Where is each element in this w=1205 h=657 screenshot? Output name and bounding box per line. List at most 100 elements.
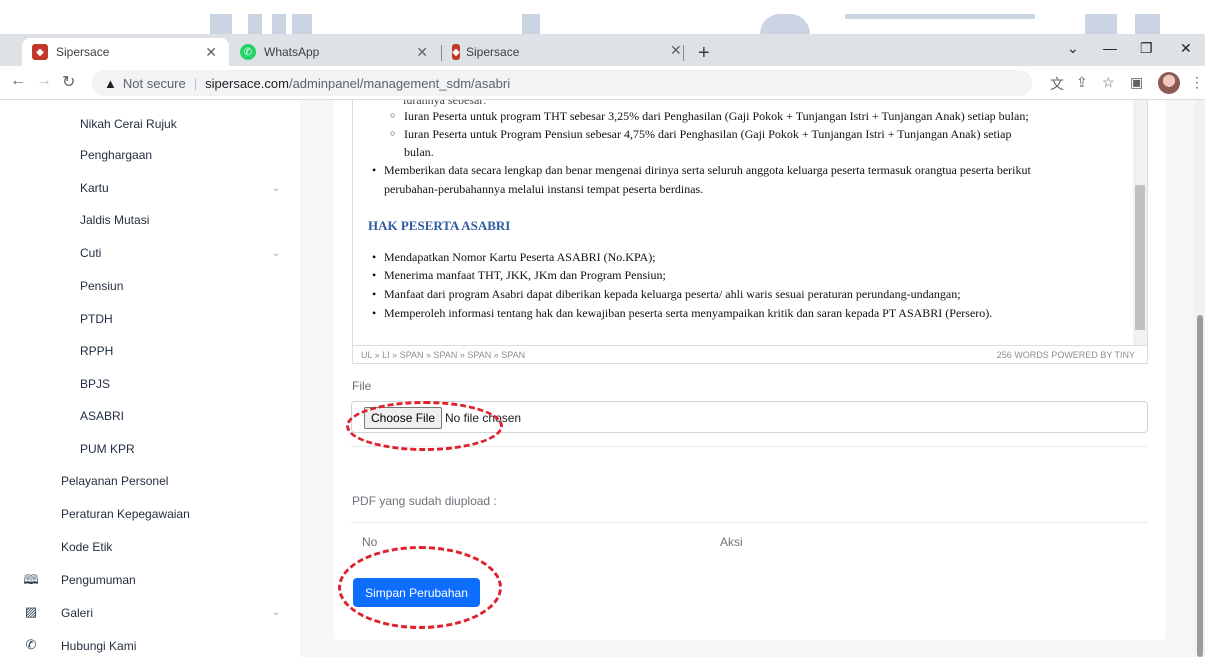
sidebar-item-asabri[interactable]: ASABRI — [80, 409, 124, 423]
profile-avatar[interactable] — [1158, 72, 1180, 94]
sidebar-item-label: Pensiun — [80, 279, 124, 293]
sidebar-item-label: Pengumuman — [61, 573, 136, 587]
address-divider: | — [193, 75, 198, 91]
editor-element-path: UL » LI » SPAN » SPAN » SPAN » SPAN — [361, 349, 526, 360]
security-label: Not secure — [122, 75, 186, 91]
editor-sub-bullet: Iuran Peserta untuk program THT sebesar … — [390, 109, 1029, 124]
new-tab-button[interactable]: + — [698, 42, 710, 65]
whatsapp-favicon-icon: ✆ — [240, 44, 256, 60]
sidebar-item-label: Kartu — [80, 181, 109, 195]
url-host: sipersace.com — [205, 75, 289, 91]
sipersace-favicon-icon: ◆ — [452, 44, 460, 60]
sidebar-item-label: Kode Etik — [61, 540, 113, 554]
main-content: iurannya sebesar: Iuran Peserta untuk pr… — [300, 100, 1195, 657]
sidebar-item-cuti[interactable]: Cuti — [80, 246, 101, 260]
sidebar-item-pelayanan-personel[interactable]: Pelayanan Personel — [61, 474, 168, 488]
chevron-down-icon[interactable]: ⌄ — [272, 183, 280, 194]
rich-text-editor[interactable]: iurannya sebesar: Iuran Peserta untuk pr… — [352, 100, 1148, 364]
editor-right-item: Manfaat dari program Asabri dapat diberi… — [372, 287, 961, 302]
sidebar-item-label: RPPH — [80, 344, 114, 358]
share-icon[interactable]: ⇪ — [1076, 74, 1088, 91]
translate-icon[interactable]: 文 — [1050, 74, 1064, 94]
divider — [351, 522, 1148, 523]
browser-toolbar: ← → ↻ ▲ Not secure | sipersace.com/admin… — [0, 66, 1205, 100]
bookmark-star-icon[interactable]: ☆ — [1102, 74, 1115, 91]
sidebar-item-bpjs[interactable]: BPJS — [80, 377, 110, 391]
forward-icon[interactable]: → — [36, 72, 52, 90]
sidebar-item-rpph[interactable]: RPPH — [80, 344, 113, 358]
sidebar-item-label: Cuti — [80, 246, 102, 260]
sidebar-item-pensiun[interactable]: Pensiun — [80, 279, 123, 293]
watermark-band — [0, 0, 1205, 34]
chevron-down-icon[interactable]: ⌄ — [272, 248, 280, 259]
sidebar-item-hubungi-kami[interactable]: Hubungi Kami — [61, 639, 136, 653]
phone-icon: ✆ — [25, 637, 37, 652]
sidebar-item-pengumuman[interactable]: Pengumuman — [61, 573, 136, 587]
sidebar-item-pum-kpr[interactable]: PUM KPR — [80, 442, 135, 456]
editor-cut-line: iurannya sebesar: — [403, 100, 487, 107]
book-icon: 🕮 — [23, 572, 39, 587]
editor-statusbar: UL » LI » SPAN » SPAN » SPAN » SPAN 256 … — [353, 345, 1147, 363]
sidebar-item-label: Hubungi Kami — [61, 639, 137, 653]
tab-search-icon[interactable]: ⌄ — [1067, 40, 1079, 57]
editor-heading: HAK PESERTA ASABRI — [368, 218, 511, 233]
editor-content[interactable]: iurannya sebesar: Iuran Peserta untuk pr… — [353, 100, 1135, 345]
editor-right-item: Menerima manfaat THT, JKK, JKm dan Progr… — [372, 268, 666, 283]
sidebar-item-label: Nikah Cerai Rujuk — [80, 117, 177, 131]
sidebar-item-label: Penghargaan — [80, 148, 153, 162]
sidebar-item-label: Jaldis Mutasi — [80, 213, 150, 227]
editor-scroll-thumb[interactable] — [1135, 185, 1145, 330]
tab-close-icon[interactable]: ✕ — [416, 44, 428, 61]
sidebar-item-label: PUM KPR — [80, 442, 135, 456]
editor-word-count: 256 WORDS POWERED BY TINY — [996, 349, 1135, 360]
minimize-icon[interactable]: — — [1103, 40, 1117, 56]
uploaded-label: PDF yang sudah diupload : — [352, 494, 497, 508]
sidebar-item-jaldis-mutasi[interactable]: Jaldis Mutasi — [80, 213, 149, 227]
sidebar-item-label: BPJS — [80, 377, 111, 391]
url-path: /adminpanel/management_sdm/asabri — [288, 75, 511, 91]
sidebar-item-label: Peraturan Kepegawaian — [61, 507, 190, 521]
image-icon: ▨ — [24, 604, 38, 619]
address-bar[interactable]: ▲ Not secure | sipersace.com/adminpanel/… — [92, 70, 1032, 96]
sidebar-item-penghargaan[interactable]: Penghargaan — [80, 148, 152, 162]
editor-right-item: Memperoleh informasi tentang hak dan kew… — [372, 306, 992, 321]
editor-bullet: Memberikan data secara lengkap dan benar… — [372, 163, 1031, 178]
sidebar-item-ptdh[interactable]: PTDH — [80, 312, 113, 326]
page-scrollbar[interactable] — [1195, 100, 1205, 657]
highlight-ring — [338, 546, 502, 629]
page-scroll-thumb[interactable] — [1197, 315, 1203, 657]
editor-scrollbar[interactable] — [1133, 100, 1147, 345]
sidebar-item-peraturan-kepegawaian[interactable]: Peraturan Kepegawaian — [61, 507, 190, 521]
tab-close-icon[interactable]: ✕ — [205, 44, 217, 61]
sidebar-item-kartu[interactable]: Kartu — [80, 181, 109, 195]
tab-divider — [683, 45, 684, 61]
close-window-icon[interactable]: ✕ — [1180, 40, 1192, 57]
sidebar-item-galeri[interactable]: Galeri — [61, 606, 93, 620]
tab-title: Sipersace — [56, 45, 110, 59]
reload-icon[interactable]: ↻ — [62, 72, 75, 92]
sidebar-item-label: Galeri — [61, 606, 94, 620]
tab-whatsapp[interactable]: ✆ WhatsApp ✕ — [230, 38, 440, 66]
restore-icon[interactable]: ❐ — [1140, 40, 1153, 57]
tab-close-icon[interactable]: ✕ — [670, 42, 682, 59]
editor-sub-bullet: Iuran Peserta untuk Program Pensiun sebe… — [390, 127, 1011, 142]
sidebar-item-nikah-cerai-rujuk[interactable]: Nikah Cerai Rujuk — [80, 117, 177, 131]
tab-strip: ◆ Sipersace ✕ ✆ WhatsApp ✕ ◆ Sipersace ✕… — [0, 34, 1205, 66]
column-header-aksi: Aksi — [720, 535, 743, 549]
menu-icon[interactable]: ⋮ — [1190, 74, 1204, 91]
sidebar-item-kode-etik[interactable]: Kode Etik — [61, 540, 112, 554]
sipersace-favicon-icon: ◆ — [32, 44, 48, 60]
sidebar-item-label: Pelayanan Personel — [61, 474, 169, 488]
warning-icon: ▲ — [104, 75, 117, 91]
tab-sipersace-1[interactable]: ◆ Sipersace ✕ — [22, 38, 229, 66]
chevron-down-icon[interactable]: ⌄ — [272, 607, 280, 618]
file-label: File — [352, 379, 372, 393]
side-panel-icon[interactable]: ▣ — [1130, 74, 1143, 91]
back-icon[interactable]: ← — [10, 72, 26, 90]
highlight-ring — [346, 401, 503, 451]
sidebar-item-label: PTDH — [80, 312, 113, 326]
tab-title: WhatsApp — [264, 45, 320, 59]
sidebar-item-label: ASABRI — [80, 409, 125, 423]
editor-right-item: Mendapatkan Nomor Kartu Peserta ASABRI (… — [372, 250, 656, 265]
editor-sub-bullet-cont: bulan. — [404, 145, 434, 159]
